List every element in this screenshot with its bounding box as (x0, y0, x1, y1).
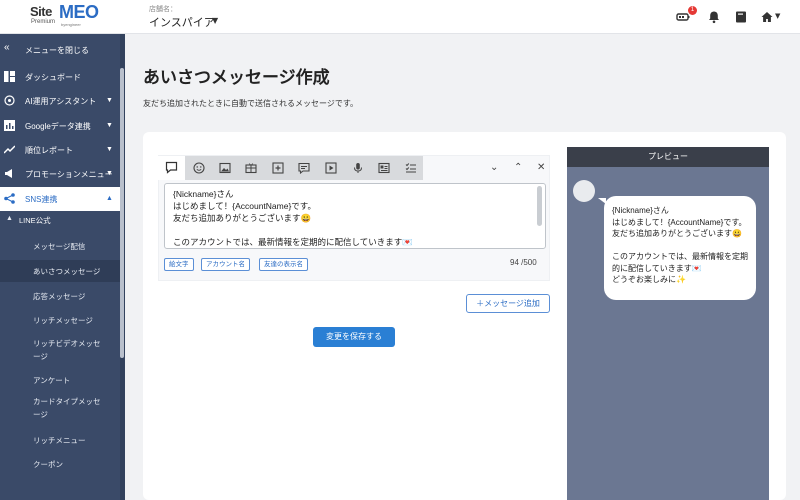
sidebar-subitem-greeting[interactable]: あいさつメッセージ (0, 260, 120, 282)
chevron-down-icon: ▼ (106, 122, 113, 129)
sidebar-item-label: AI運用アシスタント (25, 97, 97, 106)
character-counter: 94 /500 (510, 258, 537, 267)
sidebar-item-google-data[interactable]: Googleデータ連携 ▼ (0, 114, 120, 138)
chevron-down-icon[interactable]: ▼ (212, 16, 218, 25)
book-icon[interactable] (734, 10, 748, 24)
sidebar-collapse[interactable]: « メニューを閉じる (0, 38, 120, 62)
store-selector[interactable]: インスパイア (149, 14, 215, 30)
sidebar-subitem-rich-menu[interactable]: リッチメニュー (0, 430, 120, 450)
share-icon (4, 193, 15, 204)
sidebar-subitem-label: あいさつメッセージ (33, 267, 101, 276)
sidebar-item-label: プロモーションメニュー (25, 170, 113, 179)
speech-bubble-icon (165, 161, 178, 174)
text-tab[interactable] (158, 156, 185, 180)
logo-site: Site (30, 4, 52, 19)
image-icon[interactable] (219, 162, 231, 174)
sidebar-subitem-response[interactable]: 応答メッセージ (0, 286, 120, 306)
home-icon[interactable] (760, 10, 774, 24)
sidebar-subitem-label: クーポン (33, 460, 63, 469)
sidebar-subitem-label: リッチメニュー (33, 436, 86, 445)
sidebar-subitem-label: メッセージ配信 (33, 242, 86, 251)
logo-premium: Premium (31, 19, 56, 25)
sidebar-subitem-coupon[interactable]: クーポン (0, 454, 120, 474)
logo-meo: MEO (59, 2, 99, 22)
app-logo[interactable]: Site MEO Premium byengineer (30, 2, 104, 30)
sidebar-item-label: 順位レポート (25, 146, 73, 155)
sidebar-item-label: SNS連携 (25, 195, 58, 204)
emoji-icon[interactable] (193, 162, 205, 174)
sidebar-section-line[interactable]: ▲ LINE公式 (0, 215, 120, 229)
trend-icon (4, 145, 15, 154)
chevron-down-icon: ▼ (106, 97, 113, 104)
close-icon[interactable]: ✕ (537, 162, 545, 173)
textarea-scrollbar[interactable] (537, 186, 542, 226)
sidebar-item-promotion[interactable]: プロモーションメニュー ▼ (0, 162, 120, 186)
sidebar-item-label: Googleデータ連携 (25, 122, 91, 131)
chat-icon[interactable] (298, 162, 310, 174)
store-label: 店舗名： (149, 6, 177, 13)
add-media-icon[interactable] (272, 162, 284, 174)
top-header: Site MEO Premium byengineer 店舗名： インスパイア … (0, 0, 800, 34)
chevron-down-icon: ▼ (106, 170, 113, 177)
sidebar-collapse-label: メニューを閉じる (25, 46, 89, 55)
chevron-down-icon: ▼ (106, 146, 113, 153)
card-icon[interactable] (378, 162, 390, 174)
home-chevron-icon[interactable]: ▼ (775, 12, 780, 20)
sidebar-item-rank-report[interactable]: 順位レポート ▼ (0, 138, 120, 162)
sidebar-subitem-rich-message[interactable]: リッチメッセージ (0, 310, 120, 330)
save-button[interactable]: 変更を保存する (313, 327, 395, 347)
sidebar: « メニューを閉じる ダッシュボード AI運用アシスタント ▼ Googleデー… (0, 34, 125, 500)
coupon-icon[interactable] (245, 162, 257, 174)
chevron-up-icon: ▲ (6, 215, 13, 222)
message-text: {Nickname}さん はじめまして！{AccountName}です。 友だち… (173, 189, 413, 247)
ai-icon (4, 95, 15, 106)
logo-sub: byengineer (61, 22, 81, 27)
chevron-down-icon[interactable]: ⌄ (490, 162, 498, 173)
sidebar-subitem-label: リッチビデオメッセージ (33, 339, 101, 361)
sidebar-subitem-rich-video[interactable]: リッチビデオメッセージ (0, 334, 120, 366)
sidebar-subitem-message-delivery[interactable]: メッセージ配信 (0, 236, 120, 256)
page-description: 友だち追加されたときに自動で送信されるメッセージです。 (143, 99, 359, 108)
preview-bubble: {Nickname}さん はじめまして！{AccountName}です。 友だち… (604, 196, 756, 300)
sidebar-scroll-thumb[interactable] (120, 68, 124, 358)
sidebar-subitem-label: アンケート (33, 376, 71, 385)
sidebar-subitem-card-message[interactable]: カードタイプメッセージ (0, 392, 120, 424)
sidebar-item-label: ダッシュボード (25, 73, 81, 82)
bell-icon[interactable] (707, 10, 721, 24)
video-icon[interactable] (325, 162, 337, 174)
notification-badge: 1 (688, 6, 697, 15)
sidebar-subitem-label: リッチメッセージ (33, 316, 93, 325)
page-title: あいさつメッセージ作成 (143, 68, 330, 87)
dashboard-icon (4, 71, 15, 82)
sidebar-section-label: LINE公式 (19, 216, 51, 225)
sidebar-item-dashboard[interactable]: ダッシュボード (0, 65, 120, 89)
survey-icon[interactable] (405, 162, 417, 174)
double-chevron-left-icon: « (4, 42, 10, 53)
sidebar-item-sns[interactable]: SNS連携 ▲ (0, 187, 120, 211)
microphone-icon[interactable] (352, 162, 364, 174)
insert-friend-name-chip[interactable]: 友達の表示名 (259, 258, 308, 271)
insert-emoji-chip[interactable]: 絵文字 (164, 258, 194, 271)
sidebar-subitem-label: 応答メッセージ (33, 292, 86, 301)
preview-title: プレビュー (567, 147, 769, 167)
sidebar-subitem-survey[interactable]: アンケート (0, 370, 120, 390)
avatar (573, 180, 595, 202)
chevron-up-icon: ▲ (106, 195, 113, 202)
insert-account-name-chip[interactable]: アカウント名 (201, 258, 250, 271)
megaphone-icon (5, 169, 12, 178)
sidebar-subitem-label: カードタイプメッセージ (33, 397, 101, 419)
add-message-button[interactable]: ＋メッセージ追加 (466, 294, 550, 313)
chevron-up-icon[interactable]: ⌃ (514, 162, 522, 173)
message-textarea[interactable]: {Nickname}さん はじめまして！{AccountName}です。 友だち… (164, 183, 546, 249)
chart-icon (4, 120, 15, 131)
sidebar-item-ai-assistant[interactable]: AI運用アシスタント ▼ (0, 89, 120, 113)
